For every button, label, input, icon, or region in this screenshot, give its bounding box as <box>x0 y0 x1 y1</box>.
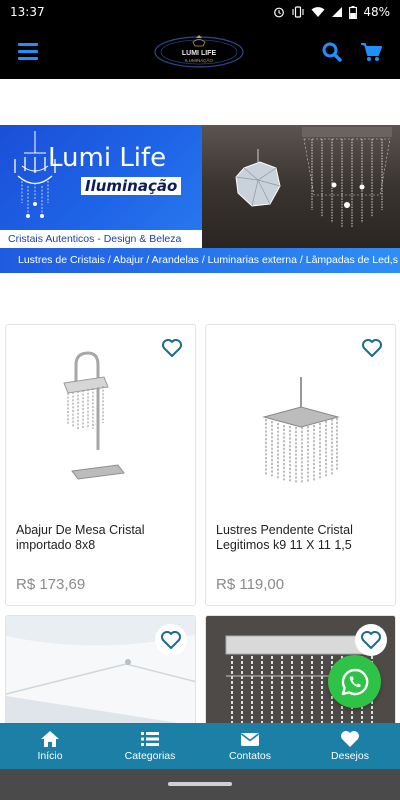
brand-logo[interactable]: LUMI LIFE ILUMINAÇÃO <box>152 34 246 70</box>
crystal-chandelier-photo <box>235 127 392 227</box>
wifi-icon <box>311 7 325 17</box>
nav-desejos-label: Desejos <box>331 750 369 762</box>
banner-photo-panel <box>202 125 400 248</box>
product-card[interactable]: Abajur De Mesa Cristal importado 8x8 R$ … <box>5 324 196 606</box>
menu-icon[interactable] <box>18 43 38 60</box>
nav-contatos-label: Contatos <box>228 750 272 762</box>
whatsapp-icon <box>341 668 368 695</box>
status-bar: 13:37 48% <box>0 0 400 24</box>
product-name: Abajur De Mesa Cristal importado 8x8 <box>16 523 145 552</box>
banner-tagline: Cristais Autenticos - Design & Beleza <box>0 230 202 248</box>
product-price: R$ 173,69 <box>16 576 86 593</box>
gesture-bar <box>0 769 400 800</box>
nav-categorias-label: Categorias <box>124 750 176 762</box>
svg-text:ILUMINAÇÃO: ILUMINAÇÃO <box>185 57 214 63</box>
favorite-icon[interactable] <box>355 624 387 656</box>
envelope-icon <box>241 733 259 746</box>
favorite-icon[interactable] <box>161 337 183 359</box>
search-icon[interactable] <box>322 42 342 62</box>
banner-title: Lumi Life <box>48 143 167 173</box>
banner-brand-panel: Lumi Life Iluminação Cristais Autenticos… <box>0 125 202 248</box>
favorite-icon[interactable] <box>155 624 187 656</box>
list-icon <box>141 732 159 746</box>
signal-icon <box>332 7 343 17</box>
bottom-nav: Início Categorias Contatos Desejos <box>0 723 400 769</box>
promo-banner[interactable]: Lumi Life Iluminação Cristais Autenticos… <box>0 125 400 273</box>
home-icon <box>41 731 59 747</box>
battery-percent: 48% <box>363 5 390 19</box>
heart-icon <box>341 731 359 747</box>
product-name: Lustres Pendente Cristal Legitimos k9 11… <box>216 523 353 552</box>
whatsapp-button[interactable] <box>328 655 381 708</box>
nav-categorias[interactable]: Categorias <box>100 723 200 769</box>
banner-subtitle: Iluminação <box>81 177 182 195</box>
svg-text:LUMI LIFE: LUMI LIFE <box>182 50 217 57</box>
nav-contatos[interactable]: Contatos <box>200 723 300 769</box>
cart-icon[interactable] <box>360 42 382 62</box>
alarm-icon <box>274 7 285 18</box>
product-price: R$ 119,00 <box>216 576 285 593</box>
product-card[interactable]: Lustres Pendente Cristal Legitimos k9 11… <box>205 324 396 606</box>
vibrate-icon <box>292 6 304 18</box>
banner-categories-strip: Lustres de Cristais / Abajur / Arandelas… <box>0 248 400 273</box>
nav-desejos[interactable]: Desejos <box>300 723 400 769</box>
app-header: LUMI LIFE ILUMINAÇÃO <box>0 24 400 79</box>
nav-inicio-label: Início <box>37 750 63 762</box>
favorite-icon[interactable] <box>361 337 383 359</box>
home-gesture-handle[interactable] <box>168 782 232 786</box>
nav-inicio[interactable]: Início <box>0 723 100 769</box>
status-time: 13:37 <box>10 5 45 19</box>
battery-icon <box>349 5 358 19</box>
